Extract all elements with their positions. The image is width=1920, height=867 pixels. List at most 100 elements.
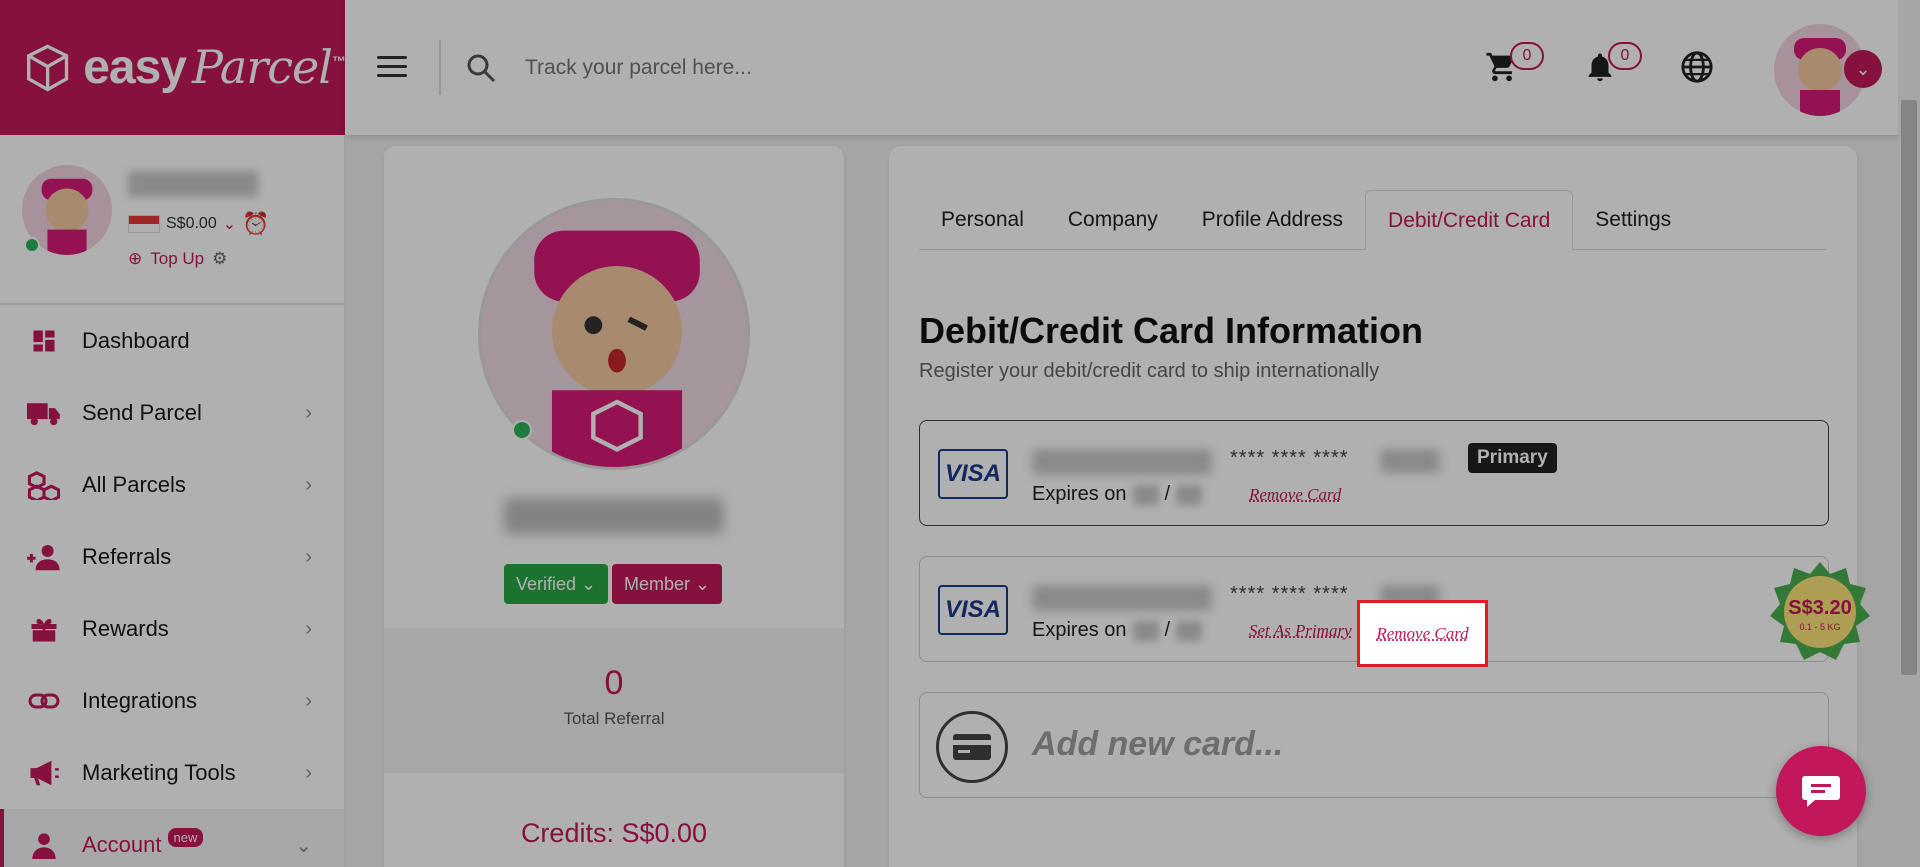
chevron-down-icon: ⌄ xyxy=(295,834,312,857)
add-new-card-button[interactable]: Add new card... xyxy=(919,692,1829,798)
megaphone-icon xyxy=(26,758,62,788)
notification-count-badge: 0 xyxy=(1608,42,1642,70)
verified-status-dropdown[interactable]: Verified ⌄ xyxy=(504,564,609,604)
visa-logo-icon: VISA xyxy=(938,585,1008,635)
dashboard-icon xyxy=(26,326,62,356)
redacted-cardholder-name xyxy=(1032,585,1212,611)
expires-label: Expires on xyxy=(1032,483,1127,505)
tab-company[interactable]: Company xyxy=(1046,190,1180,250)
sidebar-item-rewards[interactable]: Rewards › xyxy=(0,593,344,665)
redacted-profile-name xyxy=(504,498,724,534)
card-expiry: Expires on / xyxy=(1032,483,1203,506)
wallet-balance: S$0.00 ⌄ ⏰ xyxy=(128,211,270,237)
chevron-right-icon: › xyxy=(305,473,312,496)
globe-icon xyxy=(1681,51,1713,83)
redacted-cardholder-name xyxy=(1032,449,1212,475)
search-icon xyxy=(467,54,496,83)
sidebar-item-label: Dashboard xyxy=(82,328,190,353)
notifications-button[interactable]: 0 xyxy=(1583,42,1642,89)
divider xyxy=(439,40,441,95)
cart-button[interactable]: 0 xyxy=(1485,42,1544,89)
remove-card-link[interactable]: Remove Card xyxy=(1376,624,1468,644)
balance-amount: S$0.00 xyxy=(166,215,217,232)
chevron-down-icon[interactable]: ⌄ xyxy=(223,214,236,234)
sidebar-item-label: Integrations xyxy=(82,688,197,713)
user-icon xyxy=(26,830,62,860)
chevron-right-icon: › xyxy=(305,545,312,568)
section-title: Debit/Credit Card Information xyxy=(919,310,1424,351)
singapore-flag-icon xyxy=(128,215,160,233)
account-tabs: Personal Company Profile Address Debit/C… xyxy=(919,190,1827,250)
sidebar-item-label: Marketing Tools xyxy=(82,760,236,785)
new-badge: new xyxy=(167,827,204,847)
sidebar: S$0.00 ⌄ ⏰ ⊕ Top Up ⚙ Dashboard Send Par… xyxy=(0,135,345,867)
sidebar-item-label: Account xyxy=(82,832,162,857)
total-referral-count: 0 xyxy=(604,664,624,702)
saved-card-primary: VISA **** **** **** Primary Expires on /… xyxy=(919,420,1829,526)
cart-count-badge: 0 xyxy=(1510,42,1544,70)
logo-cube-icon xyxy=(27,44,69,92)
promo-price: S$3.20 xyxy=(1788,597,1851,619)
expires-label: Expires on xyxy=(1032,619,1127,641)
online-status-dot xyxy=(24,237,40,253)
online-status-dot xyxy=(512,420,532,440)
masked-card-number: **** **** **** xyxy=(1230,583,1349,605)
plus-circle-icon: ⊕ xyxy=(128,249,143,268)
section-subtitle: Register your debit/credit card to ship … xyxy=(919,360,1380,382)
referral-stats: 0 Total Referral xyxy=(384,628,844,773)
topup-link[interactable]: ⊕ Top Up ⚙ xyxy=(128,249,227,269)
visa-logo-icon: VISA xyxy=(938,449,1008,499)
profile-summary-card: Verified ⌄ Member ⌄ 0 Total Referral Cre… xyxy=(384,146,844,867)
chevron-right-icon: › xyxy=(305,401,312,424)
sidebar-item-integrations[interactable]: Integrations › xyxy=(0,665,344,737)
truck-icon xyxy=(26,398,62,428)
sidebar-item-all-parcels[interactable]: All Parcels › xyxy=(0,449,344,521)
remove-card-link[interactable]: Remove Card xyxy=(1249,485,1341,505)
redacted-expiry-month xyxy=(1132,484,1159,505)
sidebar-item-dashboard[interactable]: Dashboard xyxy=(0,305,344,377)
tab-personal[interactable]: Personal xyxy=(919,190,1046,250)
set-as-primary-link[interactable]: Set As Primary xyxy=(1249,621,1352,641)
page-scrollbar[interactable] xyxy=(1898,0,1920,867)
sidebar-item-marketing-tools[interactable]: Marketing Tools › xyxy=(0,737,344,809)
chevron-right-icon: › xyxy=(305,761,312,784)
credits-balance: Credits: S$0.00 xyxy=(520,818,708,848)
promo-price-badge[interactable]: S$3.20 0.1 - 5 KG xyxy=(1768,560,1872,664)
users-icon xyxy=(26,542,62,572)
redacted-card-last4 xyxy=(1380,449,1440,473)
boxes-icon xyxy=(26,470,62,500)
sidebar-item-label: Send Parcel xyxy=(82,400,202,425)
alarm-clock-icon[interactable]: ⏰ xyxy=(242,211,269,237)
account-settings-card: Personal Company Profile Address Debit/C… xyxy=(889,146,1857,867)
redacted-user-name xyxy=(128,171,258,197)
primary-badge: Primary xyxy=(1468,443,1557,473)
gear-icon[interactable]: ⚙ xyxy=(212,249,227,269)
top-bar: 0 0 ⌄ xyxy=(345,0,1920,135)
redacted-expiry-year xyxy=(1176,484,1203,505)
promo-weight: 0.1 - 5 KG xyxy=(1799,622,1840,632)
membership-dropdown[interactable]: Member ⌄ xyxy=(612,564,723,604)
highlighted-remove-card-target[interactable]: Remove Card xyxy=(1357,600,1488,667)
masked-card-number: **** **** **** xyxy=(1230,447,1349,469)
brand-name: easy Parcel™ xyxy=(83,40,346,94)
gift-icon xyxy=(26,614,62,644)
track-parcel-input[interactable] xyxy=(525,50,1025,86)
sidebar-item-send-parcel[interactable]: Send Parcel › xyxy=(0,377,344,449)
chat-button[interactable] xyxy=(1776,746,1866,836)
brand-logo[interactable]: easy Parcel™ xyxy=(0,0,346,135)
scrollbar-thumb[interactable] xyxy=(1901,100,1917,675)
link-icon xyxy=(26,686,62,716)
tab-profile-address[interactable]: Profile Address xyxy=(1180,190,1365,250)
sidebar-item-account[interactable]: Account new ⌄ xyxy=(0,809,344,867)
sidebar-item-referrals[interactable]: Referrals › xyxy=(0,521,344,593)
sidebar-item-label: Referrals xyxy=(82,544,172,569)
sidebar-item-label: Rewards xyxy=(82,616,169,641)
redacted-expiry-year xyxy=(1176,620,1203,641)
language-button[interactable] xyxy=(1680,50,1714,89)
user-menu-chevron-icon[interactable]: ⌄ xyxy=(1844,50,1882,88)
tab-settings[interactable]: Settings xyxy=(1573,190,1693,250)
credit-card-icon xyxy=(936,711,1008,783)
tab-debit-credit-card[interactable]: Debit/Credit Card xyxy=(1365,190,1574,250)
redacted-expiry-month xyxy=(1132,620,1159,641)
menu-toggle-icon[interactable] xyxy=(377,56,407,83)
